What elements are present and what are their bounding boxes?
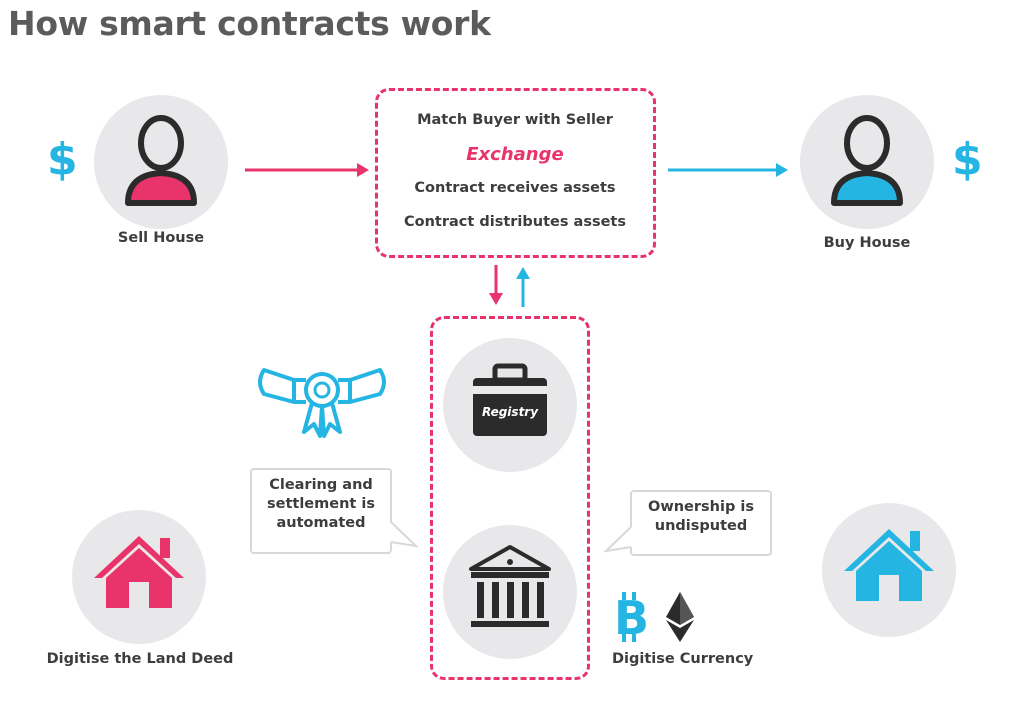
clearing-bubble-tail [390, 521, 419, 548]
vertical-arrows [489, 265, 530, 307]
arrow-seller-to-contract [245, 163, 369, 177]
ownership-bubble-tail [603, 526, 632, 553]
ownership-line-1: Ownership is [648, 499, 754, 515]
buy-house-label: Buy House [823, 235, 911, 251]
seller-dollar-icon: $ [47, 134, 78, 185]
digitise-land-deed-label: Digitise the Land Deed [46, 651, 234, 667]
digitise-currency-label: Digitise Currency [612, 651, 754, 667]
clearing-bubble: Clearing and settlement is automated [250, 468, 392, 554]
contract-receives-text: Contract receives assets [414, 180, 616, 196]
arrow-contract-to-buyer [668, 163, 788, 177]
svg-text:B: B [614, 591, 649, 645]
contract-match-text: Match Buyer with Seller [417, 112, 613, 128]
registry-label: Registry [481, 405, 539, 419]
ownership-line-2: undisputed [654, 518, 748, 534]
clearing-line-2: settlement is [267, 496, 375, 512]
clearing-line-3: automated [276, 515, 366, 531]
clearing-line-1: Clearing and [269, 477, 373, 493]
bank-icon [469, 545, 551, 627]
contract-exchange-text: Exchange [466, 144, 564, 165]
buyer-dollar-icon: $ [952, 134, 983, 185]
blue-house-icon [844, 529, 934, 601]
ownership-bubble: Ownership is undisputed [630, 490, 772, 556]
bitcoin-ether-icons: B [614, 591, 694, 645]
buyer-person-icon [831, 115, 903, 206]
contract-distributes-text: Contract distributes assets [404, 214, 626, 230]
page-title: How smart contracts work [8, 4, 491, 43]
seller-person-icon [125, 115, 197, 206]
pink-house-icon [94, 536, 184, 608]
certificate-icon [258, 368, 386, 438]
sell-house-label: Sell House [117, 230, 205, 246]
